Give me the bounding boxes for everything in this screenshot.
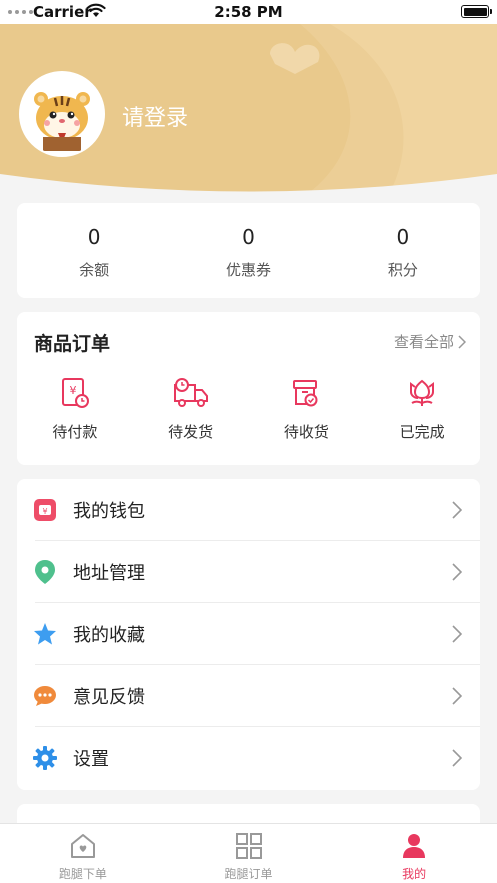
tab-mine[interactable]: 我的	[331, 824, 497, 883]
battery-icon	[461, 5, 492, 18]
order-label: 待收货	[283, 423, 329, 441]
order-to-receive[interactable]: 待收货	[249, 376, 365, 442]
menu-item-feedback[interactable]: 意见反馈	[17, 665, 480, 727]
stat-label: 积分	[387, 261, 418, 279]
stat-label: 优惠券	[225, 261, 271, 279]
order-completed[interactable]: 已完成	[364, 376, 480, 442]
tab-label: 我的	[402, 867, 427, 881]
chevron-right-icon	[452, 687, 462, 705]
orders-card: 商品订单 查看全部 ¥ 待付款 待发货 待收货 已完成	[17, 312, 480, 465]
menu-card: ¥ 我的钱包 地址管理 我的收藏 意见反馈 设置	[17, 479, 480, 790]
menu-item-favorites[interactable]: 我的收藏	[17, 603, 480, 665]
order-to-ship[interactable]: 待发货	[133, 376, 249, 442]
tab-errand-order[interactable]: 跑腿下单	[0, 824, 166, 883]
avatar[interactable]	[19, 71, 105, 157]
menu-item-address[interactable]: 地址管理	[17, 541, 480, 603]
chevron-right-icon	[452, 501, 462, 519]
order-pending-payment[interactable]: ¥ 待付款	[17, 376, 133, 442]
hamster-avatar-icon	[21, 73, 103, 155]
svg-text:¥: ¥	[69, 384, 76, 397]
chevron-right-icon	[452, 563, 462, 581]
tab-bar: 跑腿下单 跑腿订单 我的	[0, 823, 497, 883]
order-label: 待发货	[168, 423, 214, 441]
stat-value: 0	[242, 225, 255, 249]
chat-bubble-icon	[34, 686, 56, 706]
wallet-icon: ¥	[34, 499, 56, 521]
tab-label: 跑腿订单	[224, 867, 273, 881]
menu-label: 地址管理	[73, 563, 145, 584]
order-label: 待付款	[52, 423, 98, 441]
package-check-icon	[293, 380, 318, 407]
stat-value: 0	[396, 225, 410, 249]
chevron-right-icon	[452, 749, 462, 767]
menu-label: 我的收藏	[73, 625, 145, 646]
clock: 2:58 PM	[214, 3, 283, 21]
menu-item-settings[interactable]: 设置	[17, 727, 480, 789]
menu-label: 我的钱包	[73, 501, 145, 522]
star-icon	[34, 623, 56, 645]
menu-item-wallet[interactable]: ¥ 我的钱包	[17, 479, 480, 541]
order-label: 已完成	[399, 423, 445, 441]
stats-card: 0 余额 0 优惠券 0 积分	[17, 203, 480, 298]
chevron-right-icon	[458, 334, 466, 349]
svg-text:¥: ¥	[42, 507, 47, 516]
login-link[interactable]: 请登录	[122, 100, 188, 132]
tab-label: 跑腿下单	[58, 867, 107, 881]
menu-label: 设置	[73, 749, 109, 770]
house-icon	[70, 834, 95, 858]
view-all-label: 查看全部	[393, 333, 454, 351]
stat-coupons[interactable]: 0 优惠券	[171, 203, 325, 298]
grid-icon	[235, 833, 262, 859]
profile-header: 请登录	[0, 24, 497, 192]
view-all-orders-link[interactable]: 查看全部	[394, 331, 466, 352]
stat-points[interactable]: 0 积分	[326, 203, 480, 298]
gear-icon	[33, 746, 57, 770]
pending-payment-icon: ¥	[61, 378, 89, 408]
flower-icon	[410, 379, 435, 406]
location-pin-icon	[35, 560, 55, 584]
tab-errand-orders[interactable]: 跑腿订单	[166, 824, 332, 883]
truck-icon	[173, 378, 208, 407]
menu-label: 意见反馈	[73, 687, 145, 708]
stat-balance[interactable]: 0 余额	[17, 203, 171, 298]
stat-value: 0	[87, 225, 101, 249]
chevron-right-icon	[452, 625, 462, 643]
orders-title: 商品订单	[34, 333, 111, 355]
status-bar: Carrier 2:58 PM	[0, 0, 497, 24]
stat-label: 余额	[79, 261, 110, 279]
user-icon	[403, 834, 426, 858]
